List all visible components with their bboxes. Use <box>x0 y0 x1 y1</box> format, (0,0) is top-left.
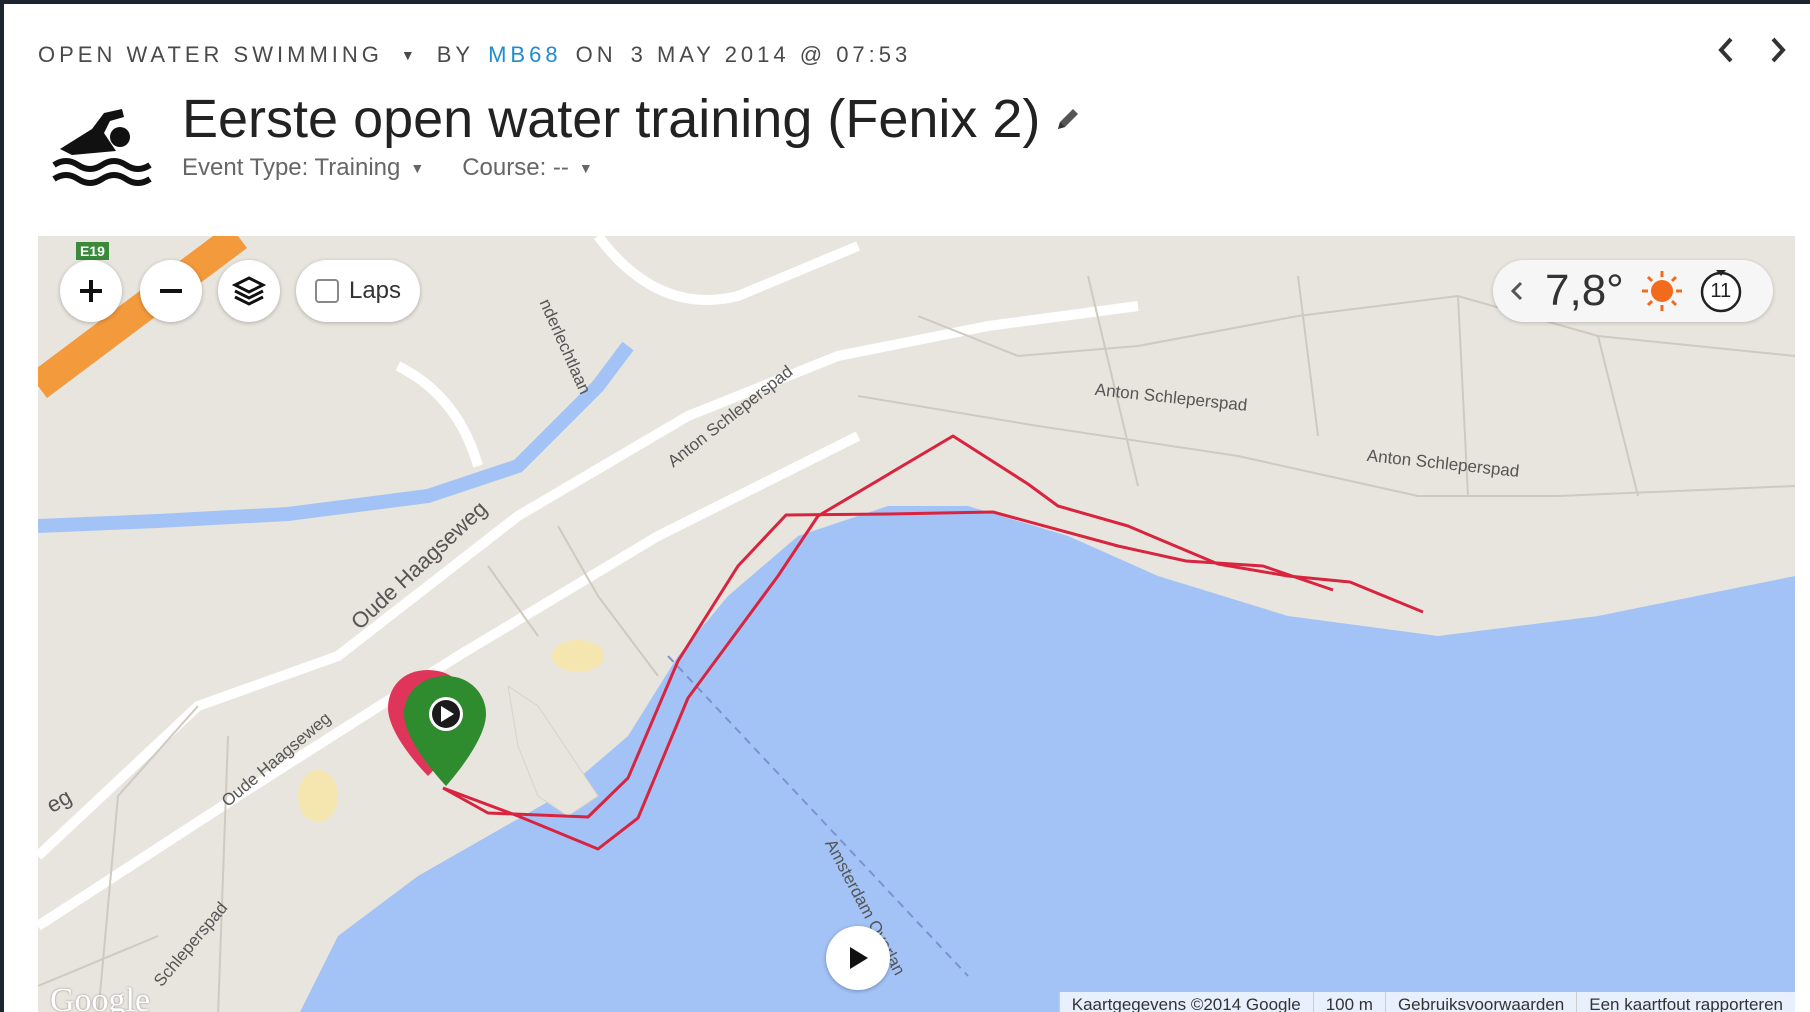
course-label: Course: -- <box>462 154 569 181</box>
wind-speed: 11 <box>1710 279 1732 302</box>
lake-water <box>300 506 1795 1012</box>
minus-icon <box>160 289 182 293</box>
start-marker[interactable] <box>404 676 486 786</box>
sun-icon <box>1641 271 1682 311</box>
temperature: 7,8° <box>1545 266 1624 315</box>
zoom-out-button[interactable] <box>140 260 202 322</box>
author-link[interactable]: MB68 <box>488 42 561 68</box>
plus-icon <box>80 280 102 302</box>
chevron-right-icon[interactable] <box>1766 34 1790 66</box>
swimmer-icon <box>52 99 152 189</box>
activity-breadcrumb: OPEN WATER SWIMMING ▼ BY MB68 ON 3 MAY 2… <box>38 42 911 68</box>
by-label: BY <box>436 42 475 67</box>
chevron-left-icon[interactable] <box>1714 34 1738 66</box>
course-dropdown[interactable]: Course: -- ▼ <box>462 154 593 182</box>
road-shield: E19 <box>76 242 109 260</box>
activity-date: 3 MAY 2014 @ 07:53 <box>630 42 912 67</box>
caret-down-icon: ▼ <box>578 160 593 176</box>
play-icon <box>850 947 868 969</box>
zoom-in-button[interactable] <box>60 260 122 322</box>
map-canvas[interactable] <box>38 236 1795 1012</box>
chevron-left-icon[interactable] <box>1507 276 1527 306</box>
event-type-dropdown[interactable]: Event Type: Training ▼ <box>182 154 424 182</box>
weather-widget: 7,8° 11 <box>1493 260 1773 322</box>
meta-row: Event Type: Training ▼ Course: -- ▼ <box>182 154 593 182</box>
activity-nav <box>1714 34 1790 66</box>
laps-label: Laps <box>348 277 402 304</box>
activity-title: Eerste open water training (Fenix 2) <box>182 89 1041 149</box>
wind-direction-icon: 11 <box>1698 268 1744 314</box>
map-scale: 100 m <box>1312 992 1385 1012</box>
activity-map[interactable]: E19 nderlechtlaan Anton Schleperspad Ant… <box>38 236 1795 1012</box>
activity-page: OPEN WATER SWIMMING ▼ BY MB68 ON 3 MAY 2… <box>4 4 1810 1012</box>
pencil-icon[interactable] <box>1054 105 1082 133</box>
laps-checkbox[interactable] <box>314 279 339 303</box>
layers-button[interactable] <box>218 260 280 322</box>
report-error-link[interactable]: Een kaartfout rapporteren <box>1576 992 1795 1012</box>
map-attribution: Kaartgegevens ©2014 Google 100 m Gebruik… <box>1058 992 1795 1012</box>
caret-down-icon[interactable]: ▼ <box>401 47 415 63</box>
terms-link[interactable]: Gebruiksvoorwaarden <box>1384 992 1576 1012</box>
title-row: Eerste open water training (Fenix 2) <box>182 88 1082 150</box>
activity-type-dropdown[interactable]: OPEN WATER SWIMMING <box>38 42 383 68</box>
laps-toggle[interactable]: Laps <box>296 260 420 322</box>
event-type-label: Event Type: Training <box>182 154 401 181</box>
map-data-credit: Kaartgegevens ©2014 Google <box>1058 992 1313 1012</box>
on-label: ON <box>575 42 617 67</box>
play-button[interactable] <box>826 926 890 990</box>
caret-down-icon: ▼ <box>410 160 425 176</box>
layers-icon <box>232 276 266 306</box>
google-logo: Google <box>50 982 151 1012</box>
